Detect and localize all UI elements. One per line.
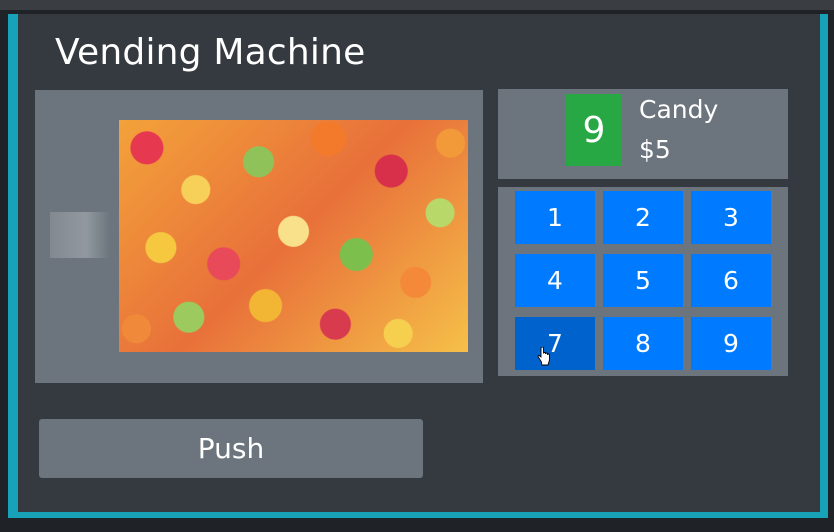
keypad-button-4[interactable]: 4: [515, 254, 595, 307]
keypad-button-8[interactable]: 8: [603, 317, 683, 370]
keypad-button-1[interactable]: 1: [515, 191, 595, 244]
candy-image: [119, 120, 468, 352]
keypad-button-9[interactable]: 9: [691, 317, 771, 370]
previous-product-thumbnail: [50, 212, 110, 258]
push-button[interactable]: Push: [39, 419, 423, 478]
vending-machine: Vending Machine 9 Candy $5 1 2 3 4 5 6 7…: [18, 14, 820, 512]
frame-border-bottom: [8, 512, 828, 518]
keypad-button-6[interactable]: 6: [691, 254, 771, 307]
frame-border-right: [820, 14, 828, 516]
product-price: $5: [639, 135, 671, 164]
keypad-button-7[interactable]: 7: [515, 317, 595, 370]
page-title: Vending Machine: [55, 32, 366, 73]
product-info-panel: 9 Candy $5: [498, 89, 788, 179]
top-strip: [0, 0, 834, 10]
keypad-button-5[interactable]: 5: [603, 254, 683, 307]
hand-cursor-icon: [537, 347, 550, 366]
product-name: Candy: [639, 95, 719, 124]
keypad-button-3[interactable]: 3: [691, 191, 771, 244]
selection-number-badge: 9: [566, 94, 622, 166]
product-display-panel: [35, 90, 483, 383]
frame-border-left: [8, 14, 18, 516]
window-frame: Vending Machine 9 Candy $5 1 2 3 4 5 6 7…: [0, 0, 834, 532]
keypad-button-2[interactable]: 2: [603, 191, 683, 244]
